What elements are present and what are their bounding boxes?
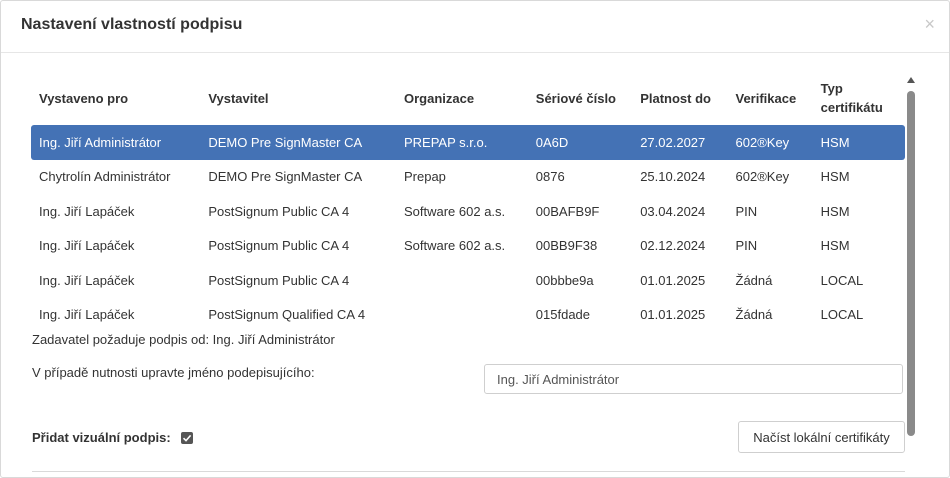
cell-serial-number: 00BB9F38 xyxy=(535,238,598,254)
table-row[interactable]: Ing. Jiří Lapáček PostSignum Public CA 4 S… xyxy=(31,229,905,264)
column-header-issuer[interactable]: Vystavitel xyxy=(200,71,396,125)
cell-serial-number: 00BAFB9F xyxy=(535,203,600,219)
dialog-body: Vystaveno pro Vystavitel Organizace Séri… xyxy=(1,53,949,477)
requester-text: Zadavatel požaduje podpis od: Ing. Jiří … xyxy=(32,332,335,347)
cell-issuer: DEMO Pre SignMaster CA xyxy=(208,169,363,185)
cell-serial-number: 00bbbe9a xyxy=(535,272,594,288)
column-header-certificate-type[interactable]: Typ certifikátu xyxy=(813,71,905,125)
cell-valid-until: 25.10.2024 xyxy=(640,169,706,185)
cell-issued-to: Ing. Jiří Lapáček xyxy=(39,203,135,219)
visual-signature-label: Přidat vizuální podpis: xyxy=(32,430,171,445)
cell-issued-to: Chytrolín Administrátor xyxy=(39,169,171,185)
column-header-valid-until[interactable]: Platnost do xyxy=(632,71,727,125)
close-icon[interactable]: × xyxy=(924,15,935,33)
cell-issuer: PostSignum Public CA 4 xyxy=(208,238,350,254)
cell-issued-to: Ing. Jiří Lapáček xyxy=(39,238,135,254)
cell-issued-to: Ing. Jiří Administrátor xyxy=(31,125,201,160)
column-header-organization[interactable]: Organizace xyxy=(396,71,528,125)
scrollbar-thumb[interactable] xyxy=(907,91,915,436)
dialog-header: Nastavení vlastností podpisu × xyxy=(1,1,949,53)
signer-name-input[interactable] xyxy=(484,364,903,394)
checkmark-icon xyxy=(182,434,192,442)
cell-organization: Prepap xyxy=(403,169,446,185)
cell-certificate-type: HSM xyxy=(820,169,850,185)
cell-certificate-type: HSM xyxy=(812,125,905,160)
cell-verification: Žádná xyxy=(735,272,773,288)
cell-organization xyxy=(396,263,528,298)
cell-issuer: PostSignum Public CA 4 xyxy=(208,272,350,288)
cell-valid-until: 01.01.2025 xyxy=(640,272,706,288)
cell-issuer: DEMO Pre SignMaster CA xyxy=(200,125,396,160)
cell-issuer: PostSignum Qualified CA 4 xyxy=(208,307,366,323)
table-row[interactable]: Ing. Jiří Lapáček PostSignum Public CA 4 S… xyxy=(31,194,905,229)
dialog-title: Nastavení vlastností podpisu xyxy=(21,16,243,33)
cell-verification: 602®Key xyxy=(727,125,813,160)
cell-verification: PIN xyxy=(735,238,758,254)
column-header-verification[interactable]: Verifikace xyxy=(728,71,813,125)
certificates-table: Vystaveno pro Vystavitel Organizace Séri… xyxy=(31,71,905,332)
divider xyxy=(32,471,905,472)
cell-issued-to: Ing. Jiří Lapáček xyxy=(39,307,135,323)
cell-valid-until: 02.12.2024 xyxy=(640,238,706,254)
table-header-row: Vystaveno pro Vystavitel Organizace Séri… xyxy=(31,71,905,125)
visual-signature-checkbox[interactable] xyxy=(181,432,193,444)
cell-verification: 602®Key xyxy=(735,169,790,185)
column-header-issued-to[interactable]: Vystaveno pro xyxy=(31,71,200,125)
cell-issued-to: Ing. Jiří Lapáček xyxy=(39,272,135,288)
scroll-up-arrow-icon[interactable] xyxy=(907,77,915,83)
cell-serial-number: 0A6D xyxy=(527,125,633,160)
edit-signer-name-label: V případě nutnosti upravte jméno podepis… xyxy=(32,365,315,380)
table-row[interactable]: Ing. Jiří Administrátor DEMO Pre SignMast… xyxy=(31,125,905,160)
cell-verification: PIN xyxy=(735,203,758,219)
load-local-certificates-button[interactable]: Načíst lokální certifikáty xyxy=(738,421,905,453)
table-row[interactable]: Ing. Jiří Lapáček PostSignum Qualified CA… xyxy=(31,298,905,333)
cell-certificate-type: HSM xyxy=(820,238,850,254)
cell-serial-number: 0876 xyxy=(535,169,565,185)
cell-organization: Software 602 a.s. xyxy=(403,238,506,254)
cell-certificate-type: HSM xyxy=(820,203,850,219)
cell-organization: Software 602 a.s. xyxy=(403,203,506,219)
cell-organization xyxy=(396,298,528,333)
cell-issuer: PostSignum Public CA 4 xyxy=(208,203,350,219)
cell-verification: Žádná xyxy=(735,307,773,323)
cell-organization: PREPAP s.r.o. xyxy=(395,125,528,160)
cell-valid-until: 01.01.2025 xyxy=(640,307,706,323)
signature-settings-dialog: Nastavení vlastností podpisu × Vystaveno… xyxy=(0,0,950,478)
column-header-serial-number[interactable]: Sériové číslo xyxy=(528,71,632,125)
cell-valid-until: 27.02.2027 xyxy=(632,125,728,160)
cell-valid-until: 03.04.2024 xyxy=(640,203,706,219)
cell-certificate-type: LOCAL xyxy=(820,307,864,323)
cell-certificate-type: LOCAL xyxy=(820,272,864,288)
cell-serial-number: 015fdade xyxy=(535,307,591,323)
table-row[interactable]: Ing. Jiří Lapáček PostSignum Public CA 4 0… xyxy=(31,263,905,298)
table-row[interactable]: Chytrolín Administrátor DEMO Pre SignMast… xyxy=(31,160,905,195)
